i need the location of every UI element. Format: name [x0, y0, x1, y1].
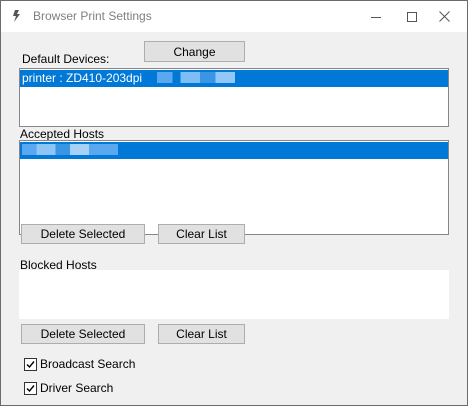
- title-bar[interactable]: Browser Print Settings: [1, 1, 467, 32]
- change-button[interactable]: Change: [144, 41, 245, 62]
- driver-search-checkbox[interactable]: [24, 381, 37, 395]
- app-icon: [11, 9, 25, 23]
- driver-search-option[interactable]: Driver Search: [24, 381, 113, 395]
- broadcast-search-label: Broadcast Search: [40, 357, 136, 371]
- accepted-clear-list-button[interactable]: Clear List: [158, 224, 245, 244]
- redacted-text: [156, 72, 235, 84]
- blocked-hosts-list[interactable]: [19, 270, 449, 319]
- window-title: Browser Print Settings: [33, 9, 152, 23]
- driver-search-label: Driver Search: [40, 381, 114, 395]
- default-devices-list[interactable]: printer : ZD410-203dpi: [19, 68, 449, 127]
- broadcast-search-checkbox[interactable]: [24, 357, 37, 371]
- blocked-delete-selected-button[interactable]: Delete Selected: [21, 324, 145, 344]
- redacted-text: [22, 144, 118, 156]
- accepted-hosts-list[interactable]: [19, 140, 449, 235]
- accepted-hosts-label: Accepted Hosts: [20, 127, 105, 141]
- default-devices-label: Default Devices:: [22, 52, 110, 66]
- default-device-item[interactable]: printer : ZD410-203dpi: [20, 70, 448, 87]
- blocked-clear-list-button[interactable]: Clear List: [158, 324, 245, 344]
- settings-window: Browser Print Settings Default Devices: …: [0, 0, 468, 406]
- accepted-delete-selected-button[interactable]: Delete Selected: [21, 224, 145, 244]
- settings-content: Default Devices: Change printer : ZD410-…: [1, 32, 467, 405]
- accepted-host-item[interactable]: [20, 142, 448, 159]
- broadcast-search-option[interactable]: Broadcast Search: [24, 357, 135, 371]
- close-icon[interactable]: [421, 1, 467, 32]
